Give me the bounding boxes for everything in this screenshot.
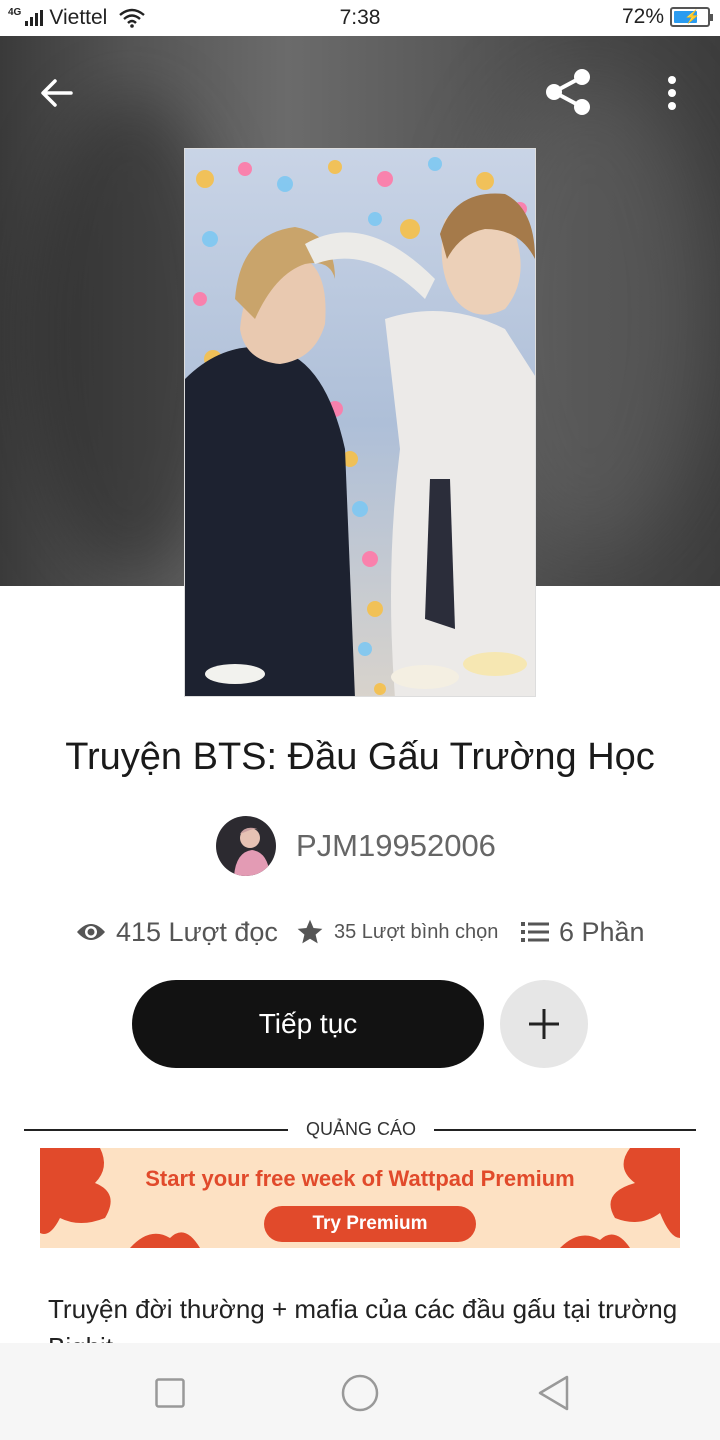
votes-count: 35 Lượt bình chọn bbox=[334, 920, 499, 943]
ad-headline: Start your free week of Wattpad Premium bbox=[145, 1166, 575, 1191]
more-vertical-icon bbox=[668, 76, 676, 110]
parts-count: 6 Phần bbox=[559, 916, 645, 947]
share-icon bbox=[546, 69, 590, 115]
reads-stat: 415 Lượt đọc bbox=[76, 910, 278, 954]
story-stats: 415 Lượt đọc 35 Lượt bình chọn 6 Phần bbox=[76, 910, 666, 954]
status-bar: 4G Viettel 7:38 72% ⚡ bbox=[0, 0, 720, 36]
system-back-button[interactable] bbox=[532, 1371, 576, 1415]
story-description: Truyện đời thường + mafia của các đầu gấ… bbox=[48, 1294, 678, 1346]
system-nav-bar bbox=[0, 1343, 720, 1440]
story-title: Truyện BTS: Đầu Gấu Trường Học bbox=[65, 736, 655, 778]
circle-icon bbox=[341, 1374, 379, 1412]
home-button[interactable] bbox=[338, 1371, 382, 1415]
clock: 7:38 bbox=[339, 6, 381, 29]
recent-apps-button[interactable] bbox=[148, 1371, 192, 1415]
votes-stat: 35 Lượt bình chọn bbox=[296, 910, 498, 954]
story-cover-image[interactable] bbox=[184, 148, 536, 697]
back-button[interactable] bbox=[30, 66, 84, 120]
square-icon bbox=[155, 1378, 185, 1408]
try-premium-button[interactable]: Try Premium bbox=[264, 1206, 476, 1242]
eye-icon bbox=[77, 924, 105, 940]
ad-label: QUẢNG CÁO bbox=[305, 1119, 416, 1139]
author-avatar[interactable] bbox=[216, 816, 276, 876]
star-icon bbox=[297, 919, 323, 944]
triangle-back-icon bbox=[538, 1375, 569, 1411]
battery-percent: 72% bbox=[621, 5, 664, 28]
list-icon bbox=[521, 922, 549, 942]
premium-ad-banner[interactable]: Start your free week of Wattpad Premium … bbox=[40, 1148, 680, 1248]
parts-stat[interactable]: 6 Phần bbox=[521, 910, 645, 954]
share-button[interactable] bbox=[538, 62, 598, 122]
ad-divider: QUẢNG CÁO bbox=[24, 1116, 696, 1144]
plus-icon bbox=[529, 1009, 559, 1039]
battery-icon: ⚡ bbox=[670, 7, 713, 27]
author-row[interactable]: PJM19952006 bbox=[216, 816, 496, 876]
status-right: 72% ⚡ bbox=[621, 5, 713, 29]
reads-count: 415 Lượt đọc bbox=[116, 916, 278, 947]
continue-reading-button[interactable]: Tiếp tục bbox=[132, 980, 484, 1068]
add-to-library-button[interactable] bbox=[500, 980, 588, 1068]
author-name[interactable]: PJM19952006 bbox=[296, 828, 496, 864]
arrow-left-icon bbox=[41, 79, 73, 107]
more-options-button[interactable] bbox=[650, 66, 694, 120]
